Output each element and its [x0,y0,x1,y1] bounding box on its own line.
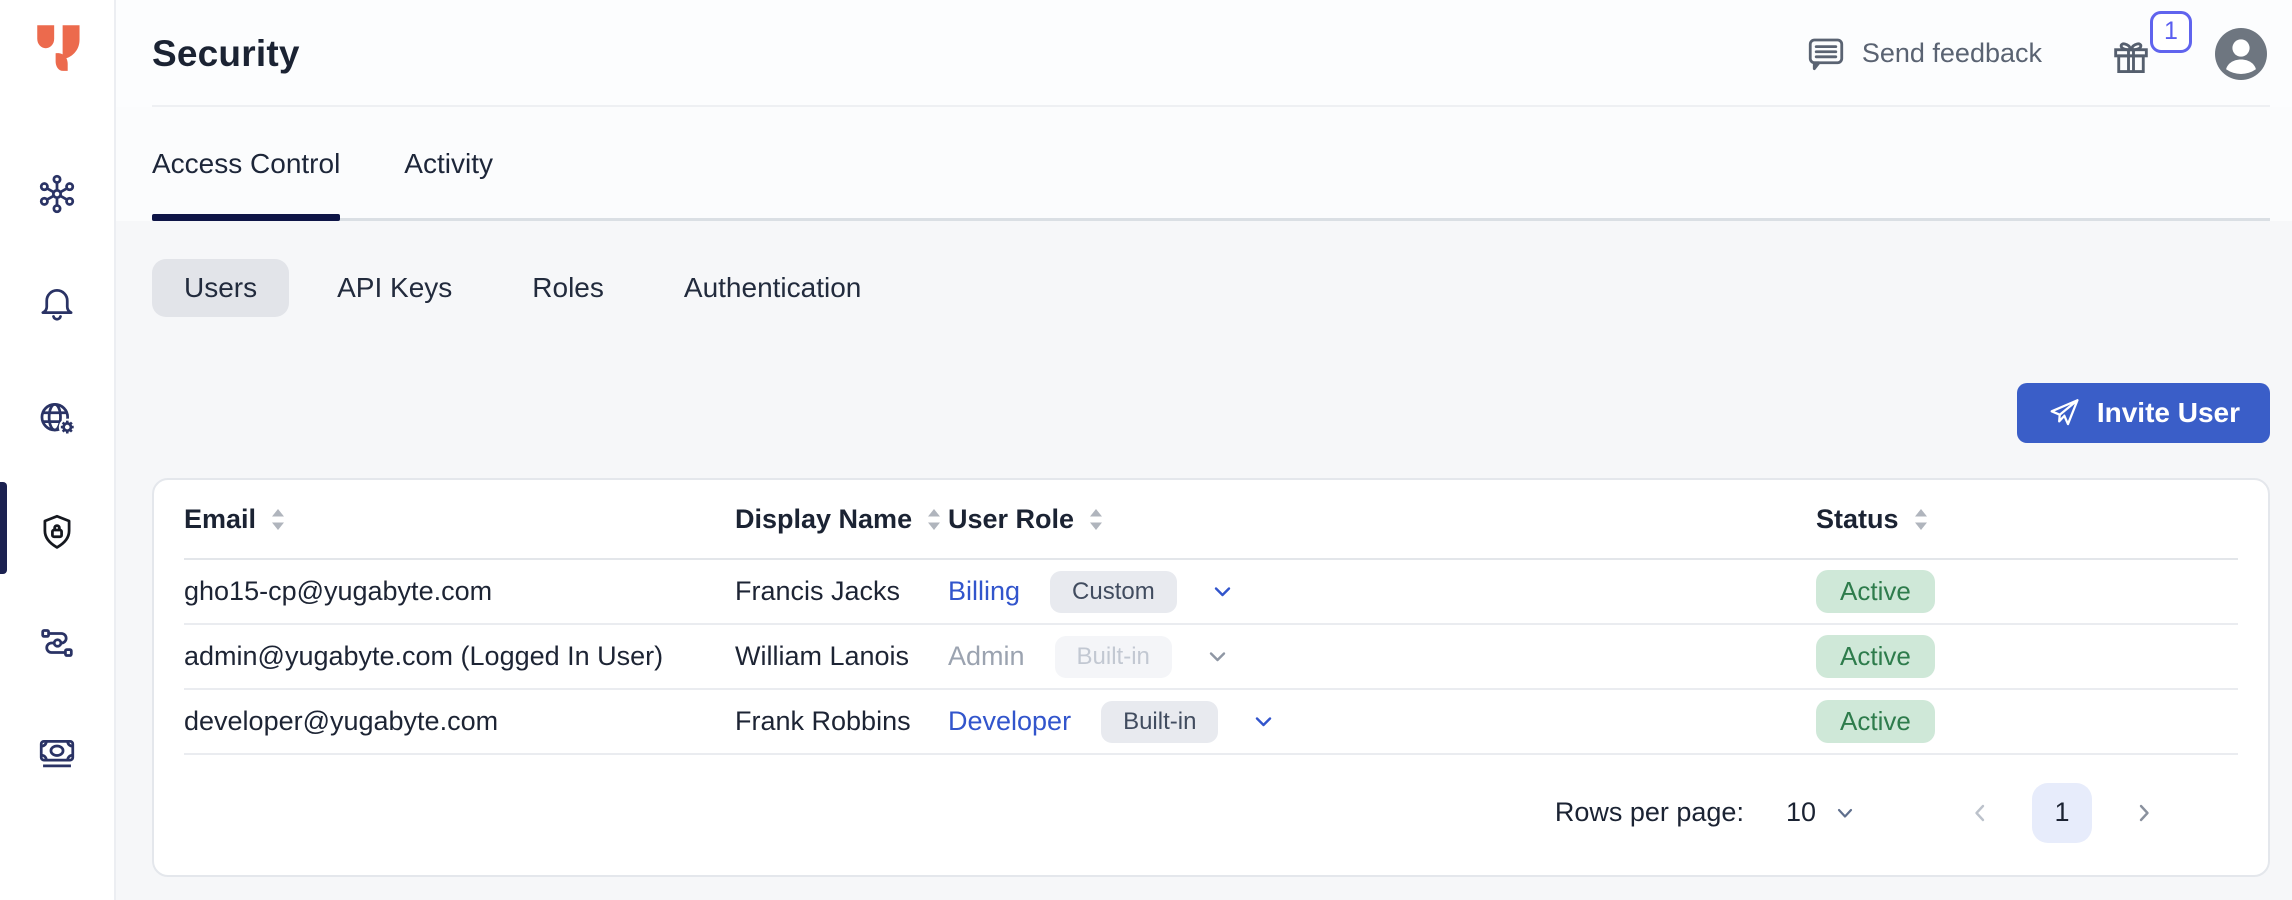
sort-icon[interactable] [1086,506,1106,533]
table-row: developer@yugabyte.com Frank Robbins Dev… [184,690,2238,755]
subtab-bar: Users API Keys Roles Authentication [152,221,2270,317]
chevron-down-icon [1209,578,1236,605]
gift-count-badge: 1 [2150,11,2192,53]
status-badge: Active [1816,570,1935,613]
column-header-email[interactable]: Email [184,504,735,535]
send-feedback-button[interactable]: Send feedback [1805,33,2042,75]
sidebar-item-security[interactable] [0,504,114,560]
content-area: Users API Keys Roles Authentication Invi… [116,221,2292,900]
rows-per-page-select[interactable]: 10 [1786,797,1858,828]
tab-activity[interactable]: Activity [404,107,493,221]
billing-money-icon [35,730,79,774]
status-badge: Active [1816,635,1935,678]
user-role-cell: Developer Built-in [948,701,1816,743]
tab-bar: Access Control Activity [116,107,2292,221]
main-area: Security Send feedback [116,0,2292,900]
sidebar-item-integrations[interactable] [0,615,114,671]
user-role-cell: Billing Custom [948,571,1816,613]
sort-icon[interactable] [924,506,944,533]
user-status-cell: Active [1816,700,2238,743]
role-dropdown-button[interactable] [1250,708,1277,735]
sidebar-item-alerts[interactable] [0,276,114,332]
user-avatar[interactable] [2214,27,2268,81]
rows-per-page-label: Rows per page: [1555,797,1744,828]
tab-access-control[interactable]: Access Control [152,107,340,221]
users-table-card: Email Display Name User Role [152,478,2270,877]
column-header-status[interactable]: Status [1816,504,2238,535]
user-email: gho15-cp@yugabyte.com [184,576,735,607]
gift-icon [2108,33,2154,81]
integrations-flow-icon [35,621,79,665]
role-type-badge: Built-in [1055,636,1172,678]
yugabyte-logo-icon [30,18,88,76]
sidebar-item-clusters[interactable] [0,166,114,222]
role-link[interactable]: Developer [948,706,1071,737]
table-row: admin@yugabyte.com (Logged In User) Will… [184,625,2238,690]
sort-icon[interactable] [1911,506,1931,533]
role-dropdown-button[interactable] [1204,643,1231,670]
page-number-button[interactable]: 1 [2032,783,2092,843]
invite-user-button[interactable]: Invite User [2017,383,2270,443]
role-dropdown-button[interactable] [1209,578,1236,605]
page-header: Security Send feedback [116,0,2292,107]
table-row: gho15-cp@yugabyte.com Francis Jacks Bill… [184,560,2238,625]
clusters-icon [35,172,79,216]
users-table: Email Display Name User Role [184,480,2238,870]
table-header-row: Email Display Name User Role [184,480,2238,560]
user-email: developer@yugabyte.com [184,706,735,737]
chevron-left-icon [1966,799,1994,827]
avatar-person-icon [2214,27,2268,81]
role-type-badge: Custom [1050,571,1177,613]
feedback-bubble-icon [1805,33,1847,75]
subtab-roles[interactable]: Roles [500,259,636,317]
chevron-right-icon [2130,799,2158,827]
user-status-cell: Active [1816,570,2238,613]
role-link: Admin [948,641,1025,672]
sidebar-item-billing[interactable] [0,724,114,780]
column-header-user-role[interactable]: User Role [948,504,1816,535]
gift-button[interactable]: 1 [2108,27,2154,81]
previous-page-button[interactable] [1966,799,1994,827]
table-footer: Rows per page: 10 1 [184,755,2238,870]
sidebar-active-indicator [0,482,7,574]
user-email: admin@yugabyte.com (Logged In User) [184,641,735,672]
alerts-bell-icon [35,282,79,326]
next-page-button[interactable] [2130,799,2158,827]
role-link[interactable]: Billing [948,576,1020,607]
chevron-down-icon [1250,708,1277,735]
subtab-api-keys[interactable]: API Keys [305,259,484,317]
invite-user-label: Invite User [2097,397,2240,429]
sidebar-item-network[interactable] [0,391,114,447]
network-globe-gear-icon [35,397,79,441]
header-actions: Send feedback 1 [1805,27,2268,81]
chevron-down-icon [1204,643,1231,670]
role-type-badge: Built-in [1101,701,1218,743]
column-header-display-name[interactable]: Display Name [735,504,948,535]
chevron-down-icon [1832,800,1858,826]
user-display-name: Frank Robbins [735,706,948,737]
user-status-cell: Active [1816,635,2238,678]
user-display-name: William Lanois [735,641,948,672]
send-plane-icon [2047,396,2081,430]
send-feedback-label: Send feedback [1862,38,2042,69]
status-badge: Active [1816,700,1935,743]
yugabyte-logo[interactable] [30,18,88,80]
toolbar: Invite User [152,383,2270,443]
sidebar [0,0,116,900]
user-display-name: Francis Jacks [735,576,948,607]
page-title: Security [152,33,300,75]
subtab-users[interactable]: Users [152,259,289,317]
subtab-authentication[interactable]: Authentication [652,259,893,317]
user-role-cell: Admin Built-in [948,636,1816,678]
security-shield-lock-icon [35,510,79,554]
rows-per-page-value: 10 [1786,797,1816,828]
sort-icon[interactable] [268,506,288,533]
